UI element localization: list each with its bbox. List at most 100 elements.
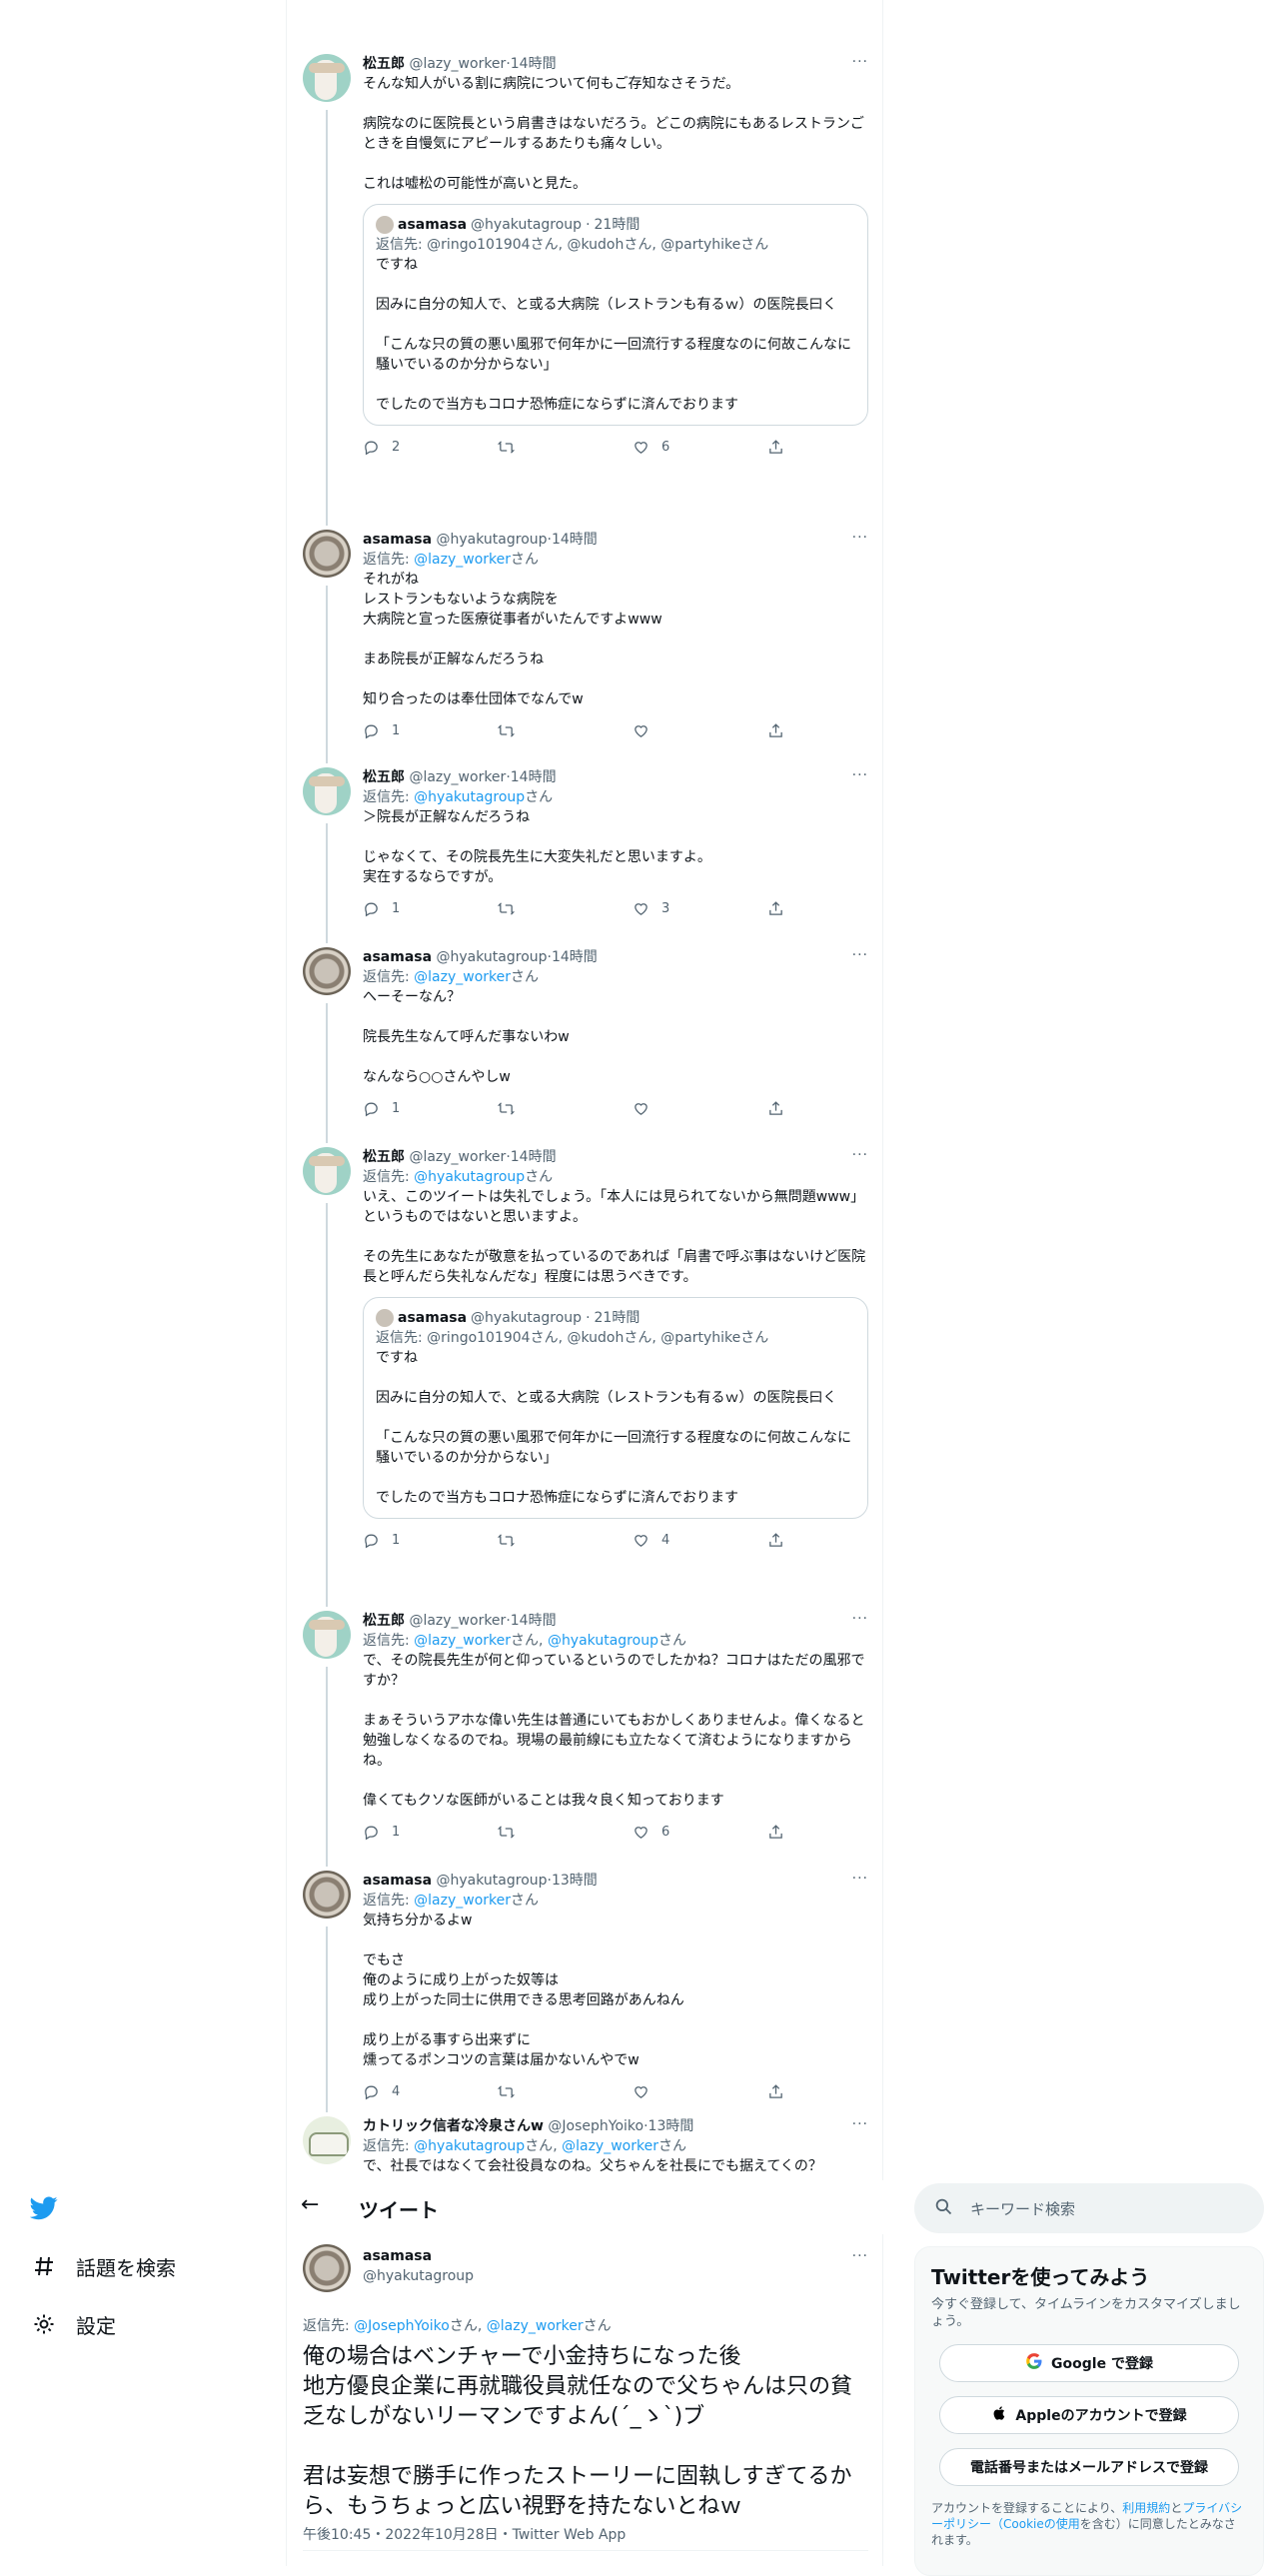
tweet[interactable]: 松五郎 @lazy_worker·14時間 ··· そんな知人がいる割に病院について… — [287, 54, 884, 526]
author-handle[interactable]: @lazy_worker — [409, 1613, 506, 1629]
search-box[interactable]: キーワード検索 — [914, 2183, 1264, 2233]
search-input[interactable]: キーワード検索 — [970, 2198, 1075, 2219]
tweet-time[interactable]: 13時間 — [648, 2118, 694, 2134]
author-handle[interactable]: @hyakutagroup — [363, 2268, 474, 2284]
like-button[interactable]: 6 — [633, 1824, 692, 1841]
reply-button[interactable]: 1 — [363, 722, 423, 739]
retweet-button[interactable] — [498, 1100, 558, 1117]
reply-button[interactable]: 1 — [363, 1100, 423, 1117]
mention-link[interactable]: @lazy_worker — [414, 1893, 511, 1909]
tweet[interactable]: 松五郎 @lazy_worker·14時間 ··· 返信先: @hyakutagro… — [287, 767, 884, 943]
mention-link[interactable]: @lazy_worker — [562, 2138, 658, 2154]
quote-tweet[interactable]: asamasa @hyakutagroup · 21時間 返信先: @ringo10… — [363, 1297, 868, 1519]
share-button[interactable] — [767, 1100, 787, 1117]
avatar[interactable] — [303, 2244, 351, 2292]
back-arrow-icon[interactable]: ← — [301, 2192, 319, 2217]
avatar[interactable] — [303, 530, 351, 578]
author-handle[interactable]: @JosephYoiko — [548, 2118, 643, 2134]
phone-email-signup-button[interactable]: 電話番号またはメールアドレスで登録 — [939, 2448, 1239, 2486]
reply-button[interactable]: 1 — [363, 900, 423, 917]
twitter-logo[interactable] — [30, 2188, 176, 2228]
tweet-time[interactable]: 14時間 — [511, 1613, 557, 1629]
avatar[interactable] — [303, 1147, 351, 1195]
tweet-time[interactable]: 14時間 — [511, 1149, 557, 1165]
author-handle[interactable]: @hyakutagroup — [437, 1873, 548, 1889]
like-button[interactable]: 3 — [633, 900, 692, 917]
author-name[interactable]: 松五郎 — [363, 56, 405, 72]
author-name[interactable]: asamasa — [363, 949, 432, 965]
more-icon[interactable]: ··· — [852, 1147, 868, 1163]
retweet-button[interactable] — [498, 439, 558, 456]
mention-link[interactable]: @hyakutagroup — [414, 2138, 525, 2154]
author-handle[interactable]: @lazy_worker — [409, 769, 506, 785]
tweet[interactable]: asamasa @hyakutagroup·13時間 ··· 返信先: @lazy_… — [287, 1871, 884, 2112]
author-handle[interactable]: @hyakutagroup — [437, 949, 548, 965]
mention-link[interactable]: @hyakutagroup — [414, 1169, 525, 1185]
tweet-time[interactable]: 14時間 — [511, 56, 557, 72]
nav-settings[interactable]: 設定 — [30, 2304, 176, 2344]
author-name[interactable]: asamasa — [363, 532, 432, 548]
share-button[interactable] — [767, 439, 787, 456]
more-icon[interactable]: ··· — [852, 767, 868, 783]
tweet[interactable]: asamasa @hyakutagroup·14時間 ··· 返信先: @lazy_… — [287, 947, 884, 1143]
mention-link[interactable]: @lazy_worker — [414, 552, 511, 568]
terms-link[interactable]: 利用規約 — [1122, 2501, 1170, 2515]
more-icon[interactable]: ··· — [852, 947, 868, 963]
like-button[interactable] — [633, 722, 692, 739]
retweet-button[interactable] — [498, 1532, 558, 1549]
author-name[interactable]: asamasa — [363, 2248, 432, 2264]
tweet-time[interactable]: 14時間 — [552, 949, 598, 965]
mention-link[interactable]: @lazy_worker — [414, 969, 511, 985]
avatar[interactable] — [303, 54, 351, 102]
retweet-button[interactable] — [498, 1824, 558, 1841]
google-signup-button[interactable]: Google で登録 — [939, 2344, 1239, 2382]
avatar[interactable] — [303, 1611, 351, 1659]
mention-link[interactable]: @hyakutagroup — [548, 1633, 658, 1649]
reply-button[interactable]: 1 — [363, 1532, 423, 1549]
reply-button[interactable]: 1 — [363, 1824, 423, 1841]
more-icon[interactable]: ··· — [852, 2116, 868, 2132]
avatar[interactable] — [303, 1871, 351, 1919]
author-name[interactable]: 松五郎 — [363, 1613, 405, 1629]
more-icon[interactable]: ··· — [852, 54, 868, 70]
more-icon[interactable]: ··· — [852, 2248, 868, 2264]
author-name[interactable]: カトリック信者な冷泉さんw — [363, 2118, 544, 2134]
retweet-button[interactable] — [498, 900, 558, 917]
tweet-time[interactable]: 13時間 — [552, 1873, 598, 1889]
mention-link[interactable]: @hyakutagroup — [414, 789, 525, 805]
tweet[interactable]: 松五郎 @lazy_worker·14時間 ··· 返信先: @hyakutagro… — [287, 1147, 884, 1607]
reply-button[interactable]: 2 — [363, 439, 423, 456]
like-button[interactable] — [633, 2083, 692, 2100]
tweet-time[interactable]: 14時間 — [511, 769, 557, 785]
share-button[interactable] — [767, 1824, 787, 1841]
share-button[interactable] — [767, 2083, 787, 2100]
share-button[interactable] — [767, 722, 787, 739]
more-icon[interactable]: ··· — [852, 1871, 868, 1887]
like-button[interactable]: 6 — [633, 439, 692, 456]
nav-explore[interactable]: 話題を検索 — [30, 2246, 176, 2286]
avatar[interactable] — [303, 2116, 351, 2164]
like-button[interactable] — [633, 1100, 692, 1117]
author-handle[interactable]: @lazy_worker — [409, 1149, 506, 1165]
tweet[interactable]: asamasa @hyakutagroup·14時間 ··· 返信先: @lazy_… — [287, 530, 884, 763]
author-handle[interactable]: @hyakutagroup — [437, 532, 548, 548]
tweet-time[interactable]: 14時間 — [552, 532, 598, 548]
avatar[interactable] — [303, 767, 351, 815]
mention-link[interactable]: @lazy_worker — [414, 1633, 511, 1649]
more-icon[interactable]: ··· — [852, 1611, 868, 1627]
author-name[interactable]: 松五郎 — [363, 769, 405, 785]
retweet-button[interactable] — [498, 722, 558, 739]
retweet-button[interactable] — [498, 2083, 558, 2100]
like-button[interactable]: 4 — [633, 1532, 692, 1549]
mention-link[interactable]: @lazy_worker — [487, 2318, 584, 2334]
author-name[interactable]: asamasa — [363, 1873, 432, 1889]
quote-tweet[interactable]: asamasa @hyakutagroup · 21時間 返信先: @ringo10… — [363, 204, 868, 426]
share-button[interactable] — [767, 1532, 787, 1549]
apple-signup-button[interactable]: Appleのアカウントで登録 — [939, 2396, 1239, 2434]
reply-button[interactable]: 4 — [363, 2083, 423, 2100]
tweet[interactable]: カトリック信者な冷泉さんw @JosephYoiko·13時間 ··· 返信先: @… — [287, 2116, 884, 2180]
tweet-timestamp[interactable]: 午後10:45・2022年10月28日・Twitter Web App — [303, 2524, 626, 2544]
author-name[interactable]: 松五郎 — [363, 1149, 405, 1165]
share-button[interactable] — [767, 900, 787, 917]
mention-link[interactable]: @JosephYoiko — [354, 2318, 450, 2334]
